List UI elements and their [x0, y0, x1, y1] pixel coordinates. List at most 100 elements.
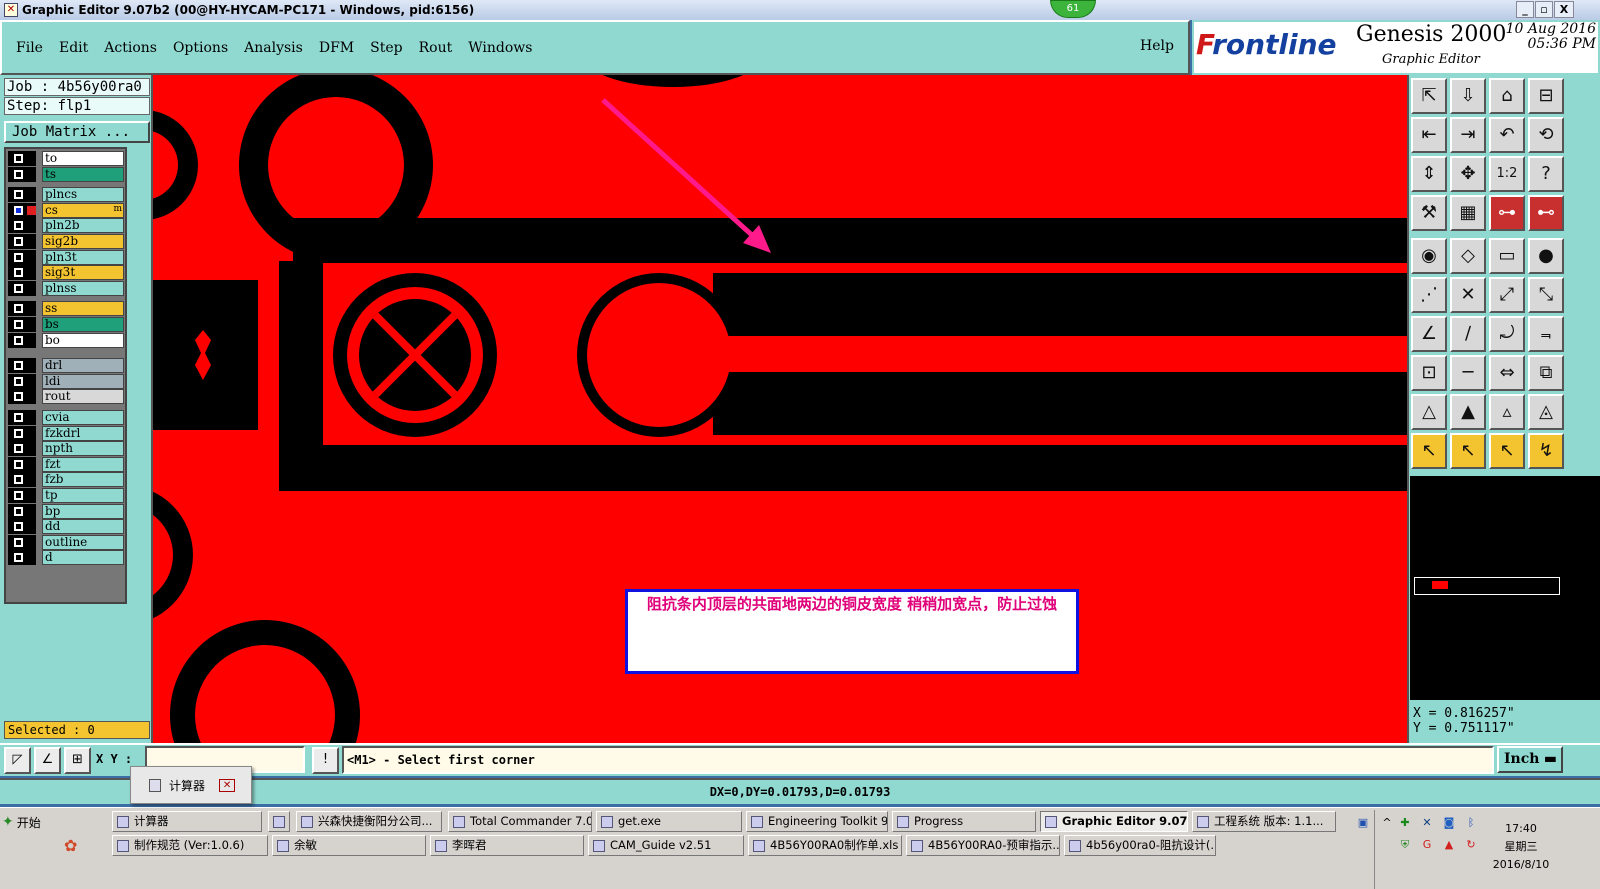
point-to-point-icon[interactable]: ⊡: [1411, 355, 1447, 391]
layer-name[interactable]: plnss: [42, 280, 124, 296]
layer-name[interactable]: outline: [42, 534, 124, 550]
layer-row-bo[interactable]: bo: [8, 332, 124, 348]
layer-row-pln3t[interactable]: pln3t: [8, 249, 124, 265]
taskbar-item[interactable]: 兴森快捷衡阳分公司...: [296, 811, 442, 832]
triangle-outline-icon[interactable]: ◬: [1528, 394, 1564, 430]
restore-button[interactable]: ▫: [1535, 1, 1553, 18]
layer-checkbox[interactable]: [8, 166, 36, 182]
layer-checkbox[interactable]: [8, 358, 36, 374]
layer-checkbox[interactable]: [8, 441, 36, 457]
layer-row-ss[interactable]: ss: [8, 301, 124, 317]
layer-name[interactable]: npth: [42, 441, 124, 457]
line-angle-icon[interactable]: ∠: [1411, 316, 1447, 352]
layer-checkbox[interactable]: [8, 151, 36, 166]
layer-name[interactable]: fzb: [42, 472, 124, 488]
pan-up-icon[interactable]: ⇩: [1450, 78, 1486, 114]
redraw-icon[interactable]: ⟲: [1528, 117, 1564, 153]
layer-row-plnss[interactable]: plnss: [8, 280, 124, 296]
tray-bluetooth-icon[interactable]: ᛒ: [1464, 816, 1478, 830]
layer-checkbox[interactable]: [8, 519, 36, 535]
triangle-med-icon[interactable]: ▲: [1450, 394, 1486, 430]
taskbar-item[interactable]: 4B56Y00RA0-预审指示....: [906, 835, 1060, 856]
layer-checkbox[interactable]: [8, 301, 36, 317]
layer-checkbox[interactable]: [8, 503, 36, 519]
layer-row-tp[interactable]: tp: [8, 488, 124, 503]
calculator-popup[interactable]: 计算器 ✕: [130, 766, 252, 804]
layer-checkbox[interactable]: [8, 317, 36, 332]
taskbar-item[interactable]: [268, 811, 290, 832]
info-icon[interactable]: !: [312, 747, 339, 774]
layer-name[interactable]: cs: [42, 202, 124, 218]
grid-snap-icon[interactable]: ⊞: [64, 747, 91, 774]
ruler-icon[interactable]: ▭: [1489, 238, 1525, 274]
taskbar-item[interactable]: 计算器: [112, 811, 262, 832]
triangle-large-icon[interactable]: ▵: [1489, 394, 1525, 430]
quicklaunch-icon[interactable]: ✿: [64, 836, 77, 855]
layer-row-cs[interactable]: cs m: [8, 202, 124, 218]
triangle-small-icon[interactable]: △: [1411, 394, 1447, 430]
tray-security-icon[interactable]: ✚: [1398, 816, 1412, 830]
menu-rout[interactable]: Rout: [419, 40, 453, 56]
layer-row-dd[interactable]: dd: [8, 519, 124, 535]
taskbar-item[interactable]: CAM_Guide v2.51: [588, 835, 744, 856]
menu-help[interactable]: Help: [1140, 38, 1174, 54]
taskbar-item[interactable]: 4b56y00ra0-阻抗设计(...: [1064, 835, 1216, 856]
layer-checkbox[interactable]: [8, 373, 36, 389]
layer-name[interactable]: pln3t: [42, 249, 124, 265]
home-view-icon[interactable]: ⌂: [1489, 78, 1525, 114]
layer-name[interactable]: plncs: [42, 187, 124, 203]
select-pad-icon[interactable]: ●: [1528, 238, 1564, 274]
layer-row-npth[interactable]: npth: [8, 441, 124, 457]
layer-name[interactable]: rout: [42, 389, 124, 405]
undo-view-icon[interactable]: ↶: [1489, 117, 1525, 153]
layer-row-bp[interactable]: bp: [8, 503, 124, 519]
layer-name[interactable]: cvia: [42, 410, 124, 425]
close-icon[interactable]: ✕: [219, 778, 236, 792]
layer-checkbox[interactable]: [8, 410, 36, 425]
center-icon[interactable]: ✥: [1450, 156, 1486, 192]
layer-row-rout[interactable]: rout: [8, 389, 124, 405]
menu-step[interactable]: Step: [370, 40, 402, 56]
layer-row-pln2b[interactable]: pln2b: [8, 218, 124, 234]
layer-checkbox[interactable]: [8, 425, 36, 441]
layer-name[interactable]: sig2b: [42, 234, 124, 249]
tray-expand-icon[interactable]: ^: [1380, 816, 1394, 830]
layer-row-d[interactable]: d: [8, 550, 124, 566]
taskbar-item[interactable]: 制作规范 (Ver:1.0.6): [112, 835, 268, 856]
layer-checkbox[interactable]: [8, 534, 36, 550]
layer-checkbox[interactable]: [8, 218, 36, 234]
layer-row-fzkdrl[interactable]: fzkdrl: [8, 425, 124, 441]
layer-name[interactable]: pln2b: [42, 218, 124, 234]
fit-window-icon[interactable]: ⊟: [1528, 78, 1564, 114]
taskbar-item[interactable]: Graphic Editor 9.07b...: [1040, 811, 1188, 832]
layer-checkbox[interactable]: [8, 187, 36, 203]
layer-name[interactable]: ts: [42, 166, 124, 182]
taskbar-item[interactable]: get.exe: [596, 811, 742, 832]
layer-name[interactable]: fzkdrl: [42, 425, 124, 441]
layer-row-fzb[interactable]: fzb: [8, 472, 124, 488]
layer-name[interactable]: bp: [42, 503, 124, 519]
layer-name[interactable]: bs: [42, 317, 124, 332]
arc-icon[interactable]: ⤾: [1489, 316, 1525, 352]
pan-left-icon[interactable]: ⇤: [1411, 117, 1447, 153]
layer-row-sig2b[interactable]: sig2b: [8, 234, 124, 249]
layer-name[interactable]: drl: [42, 358, 124, 374]
snap-point-icon[interactable]: ⤢: [1489, 277, 1525, 313]
layer-checkbox[interactable]: [8, 472, 36, 488]
snap-line-icon[interactable]: ⤡: [1528, 277, 1564, 313]
tray-g-icon[interactable]: G: [1420, 838, 1434, 852]
grid-icon[interactable]: ▦: [1450, 195, 1486, 231]
flip-icon[interactable]: ⫬: [1528, 316, 1564, 352]
taskbar-item[interactable]: 李晖君: [430, 835, 584, 856]
layer-row-cvia[interactable]: cvia: [8, 410, 124, 425]
layer-row-outline[interactable]: outline: [8, 534, 124, 550]
feature-select-icon[interactable]: ⧉: [1528, 355, 1564, 391]
menu-edit[interactable]: Edit: [59, 40, 88, 56]
zoom-box-icon[interactable]: ◸: [4, 747, 31, 774]
layer-row-sig3t[interactable]: sig3t: [8, 265, 124, 281]
layer-name[interactable]: bo: [42, 332, 124, 348]
taskbar-item[interactable]: 余敏: [272, 835, 426, 856]
fit-all-icon[interactable]: ⇕: [1411, 156, 1447, 192]
layer-checkbox[interactable]: [8, 249, 36, 265]
layer-name[interactable]: fzt: [42, 456, 124, 472]
